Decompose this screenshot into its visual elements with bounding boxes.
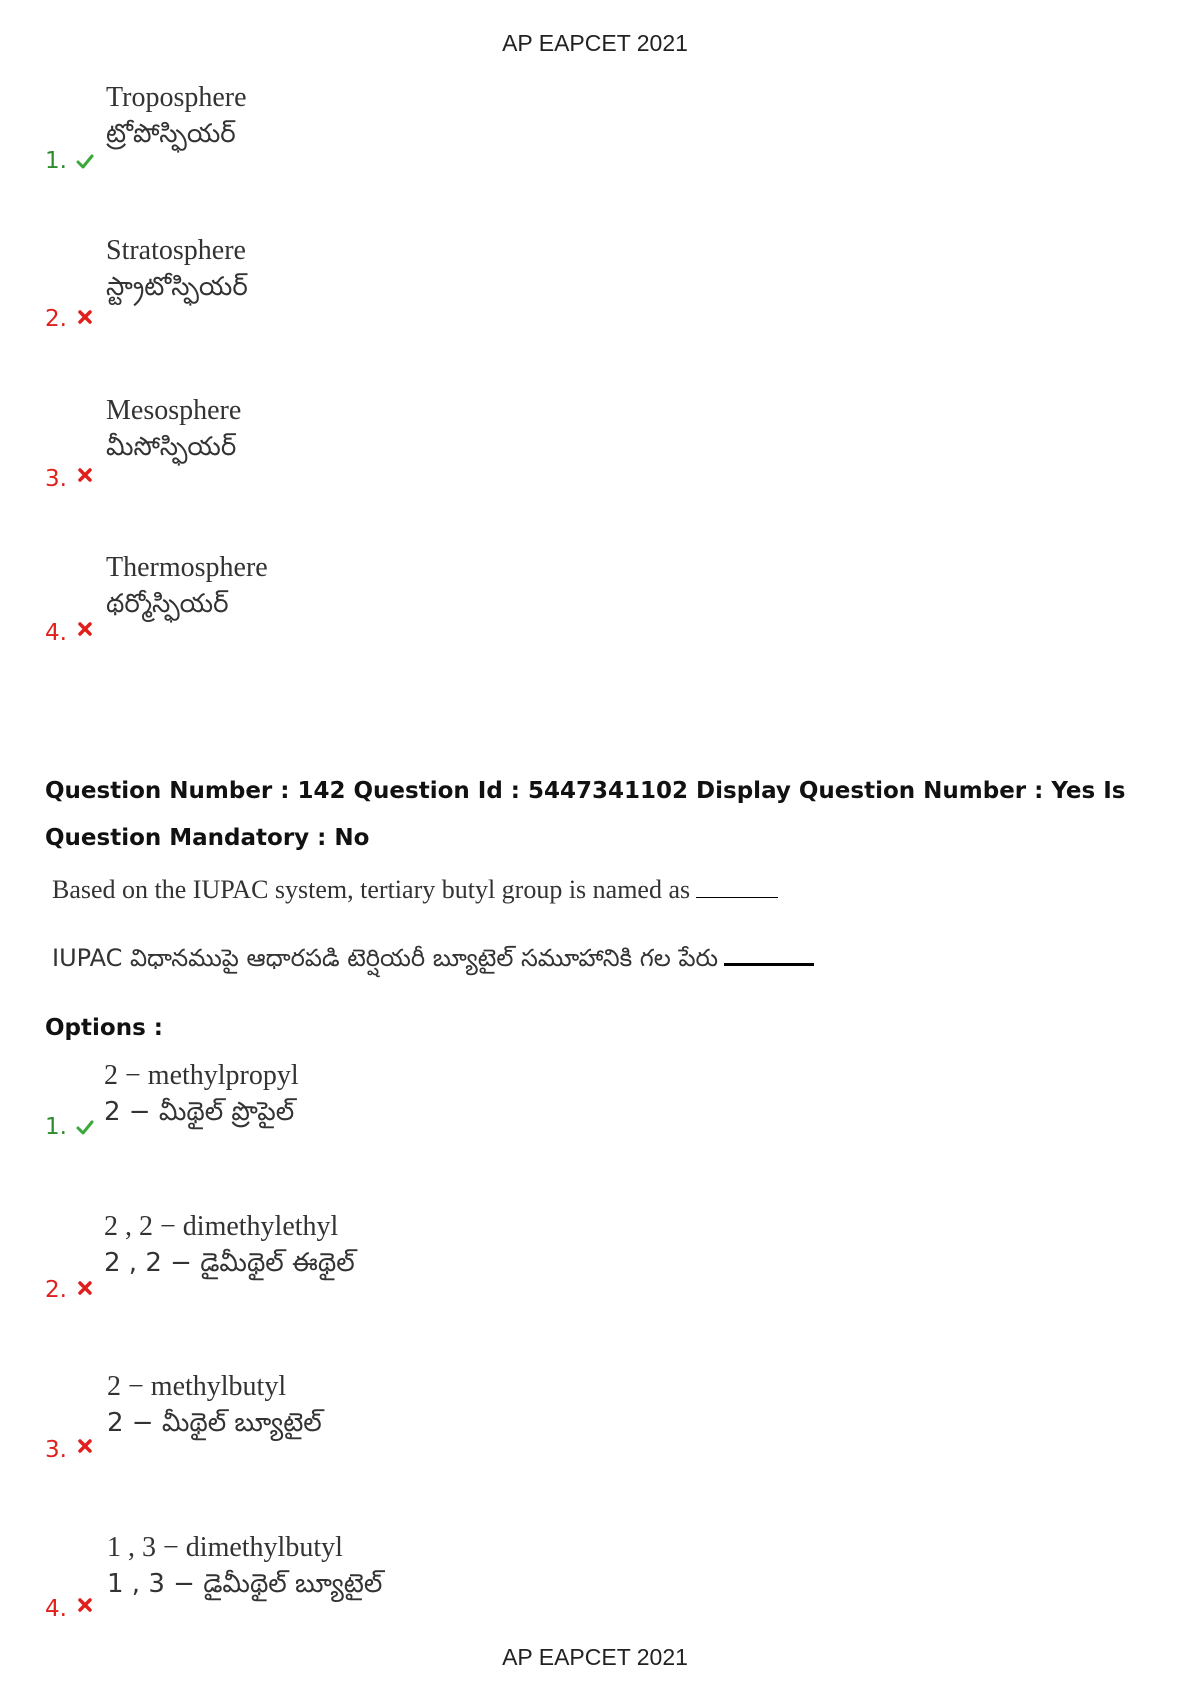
question-option-2-text-te: 2 , 2 − డైమీథైల్ ఈథైల్ [104,1248,355,1278]
cross-icon [78,1281,92,1295]
options-label: Options : [45,1015,163,1041]
cross-icon [78,1598,92,1612]
question-option-3-text-te: 2 − మీథైల్ బ్యూటైల్ [107,1408,322,1438]
answer-blank [724,963,815,966]
question-option-2-number: 2. [45,1277,67,1303]
option-2-text-te: స్ట్రాటోస్ఫియర్ [106,272,248,302]
option-4-number: 4. [45,620,67,646]
option-3-number: 3. [45,466,67,492]
cross-icon [78,1439,92,1453]
option-4: Thermosphere థర్మోస్ఫియర్ 4. [0,550,1190,670]
option-2-text-en: Stratosphere [106,235,246,266]
question-option-1-text-te: 2 − మీథైల్ ప్రొపైల్ [104,1097,295,1127]
question-option-4-text-te: 1 , 3 − డైమీథైల్ బ్యూటైల్ [107,1569,383,1599]
question-option-3-text-en: 2 − methylbutyl [107,1371,287,1402]
question-text-te: IUPAC విధానముపై ఆధారపడి టెర్షియరీ బ్యూటై… [52,944,815,978]
question-text-en-content: Based on the IUPAC system, tertiary buty… [52,875,691,904]
option-3: Mesosphere మీసోస్ఫియర్ 3. [0,393,1190,513]
question-option-4-text-en: 1 , 3 − dimethylbutyl [107,1532,343,1563]
answer-blank [696,897,779,898]
option-1-number: 1. [45,148,67,174]
option-3-text-en: Mesosphere [106,395,242,426]
check-icon [76,154,94,169]
question-option-1-text-en: 2 − methylpropyl [104,1060,299,1091]
question-option-2: 2 , 2 − dimethylethyl 2 , 2 − డైమీథైల్ ఈ… [0,1209,1190,1329]
option-1-text-en: Troposphere [106,82,247,113]
cross-icon [78,468,92,482]
question-option-1-number: 1. [45,1114,67,1140]
question-option-3-number: 3. [45,1437,67,1463]
question-option-3: 2 − methylbutyl 2 − మీథైల్ బ్యూటైల్ 3. [0,1369,1190,1489]
option-4-text-en: Thermosphere [106,552,268,583]
question-option-2-text-en: 2 , 2 − dimethylethyl [104,1211,339,1242]
question-text-en: Based on the IUPAC system, tertiary buty… [52,875,779,905]
option-2-image: Stratosphere స్ట్రాటోస్ఫియర్ [106,233,248,305]
page-footer: AP EAPCET 2021 [502,1644,688,1670]
option-2: Stratosphere స్ట్రాటోస్ఫియర్ 2. [0,233,1190,353]
question-meta: Question Number : 142 Question Id : 5447… [45,778,1126,851]
option-1-text-te: ట్రోపోస్ఫియర్ [106,119,236,149]
question-text-te-content: IUPAC విధానముపై ఆధారపడి టెర్షియరీ బ్యూటై… [52,944,719,972]
question-option-3-image: 2 − methylbutyl 2 − మీథైల్ బ్యూటైల్ [107,1369,322,1441]
cross-icon [78,310,92,324]
option-3-text-te: మీసోస్ఫియర్ [106,432,237,462]
question-option-1-image: 2 − methylpropyl 2 − మీథైల్ ప్రొపైల్ [104,1058,299,1130]
question-option-4-number: 4. [45,1596,67,1622]
option-4-image: Thermosphere థర్మోస్ఫియర్ [106,550,268,622]
check-icon [76,1120,94,1135]
option-2-number: 2. [45,306,67,332]
page-header: AP EAPCET 2021 [502,30,688,56]
option-1: Troposphere ట్రోపోస్ఫియర్ 1. [0,80,1190,200]
question-option-2-image: 2 , 2 − dimethylethyl 2 , 2 − డైమీథైల్ ఈ… [104,1209,355,1281]
option-1-image: Troposphere ట్రోపోస్ఫియర్ [106,80,247,152]
option-3-image: Mesosphere మీసోస్ఫియర్ [106,393,241,465]
cross-icon [78,622,92,636]
question-option-4-image: 1 , 3 − dimethylbutyl 1 , 3 − డైమీథైల్ బ… [107,1530,382,1602]
question-option-1: 2 − methylpropyl 2 − మీథైల్ ప్రొపైల్ 1. [0,1058,1190,1178]
option-4-text-te: థర్మోస్ఫియర్ [106,589,229,619]
question-option-4: 1 , 3 − dimethylbutyl 1 , 3 − డైమీథైల్ బ… [0,1530,1190,1650]
